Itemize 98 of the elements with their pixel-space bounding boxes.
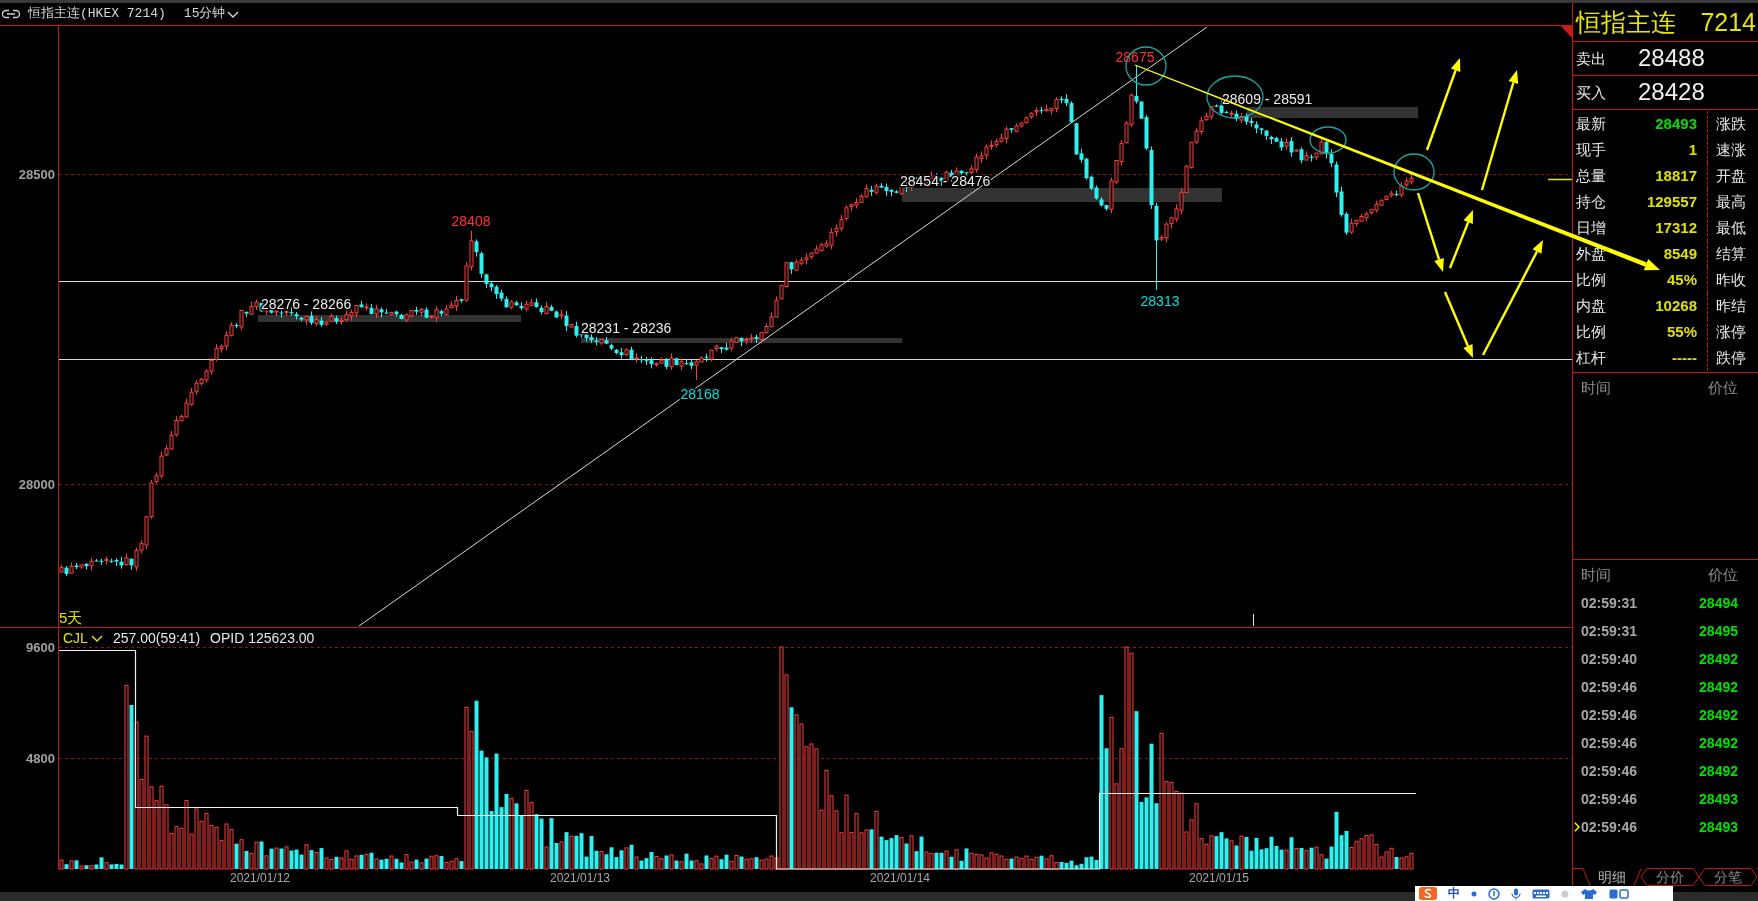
column-header: 时间 [1581, 378, 1611, 397]
chain-link-icon [2, 9, 20, 19]
tab[interactable]: 分笔 [1699, 868, 1757, 886]
chart-title: 恒指主连(HKEX 7214) [28, 6, 166, 22]
stat-label: 最高 [1716, 193, 1746, 211]
stat-label: 比例 [1575, 323, 1606, 341]
range-label: 28231 - 28236 [581, 320, 672, 336]
highlight-ellipse [1393, 153, 1435, 191]
ask-price: 28488 [1638, 44, 1705, 73]
trade-price: 28492 [1699, 734, 1738, 752]
trade-price: 28495 [1699, 622, 1738, 640]
price-label: 28313 [1140, 293, 1180, 309]
open-interest-reading: OPID 125623.00 [210, 629, 315, 647]
highlight-ellipse [1206, 75, 1264, 119]
trade-time: 02:59:46 [1581, 762, 1638, 780]
contract-code: 7214 [1700, 7, 1756, 37]
keyboard-icon[interactable] [1532, 887, 1550, 900]
price-marker [1547, 178, 1573, 181]
trade-time: 02:59:31 [1581, 594, 1638, 612]
date-label: 2021/01/12 [229, 870, 291, 886]
stat-value: 28493 [1655, 115, 1697, 133]
stat-label: 外盘 [1575, 245, 1606, 263]
input-mode-label[interactable]: 中 [1448, 886, 1460, 901]
axis-label: 28000 [18, 477, 55, 492]
caret-down-icon [227, 10, 240, 18]
date-label: 2021/01/15 [1188, 870, 1250, 886]
period-dropdown[interactable]: 15分钟 [183, 6, 240, 22]
ring-icon[interactable] [1488, 887, 1500, 900]
stat-value: 45% [1666, 271, 1697, 289]
trade-time: 02:59:46 [1581, 818, 1638, 836]
microphone-icon[interactable] [1511, 887, 1521, 900]
trade-time: 02:59:31 [1581, 622, 1638, 640]
indicator-dropdown[interactable]: CJL [63, 629, 103, 647]
trade-time: 02:59:46 [1581, 790, 1638, 808]
stat-value: 1 [1688, 141, 1697, 159]
stat-label: 结算 [1716, 245, 1746, 263]
ask-label: 卖出 [1576, 49, 1606, 68]
price-label: 28675 [1115, 49, 1155, 65]
stat-label: 涨跌 [1716, 115, 1746, 133]
trade-price: 28493 [1699, 790, 1738, 808]
bid-price: 28428 [1638, 78, 1705, 107]
stat-label: 内盘 [1575, 297, 1606, 315]
quote-title: 恒指主连 [1576, 7, 1676, 37]
stat-label: 比例 [1575, 271, 1606, 289]
price-label: 28408 [451, 213, 491, 229]
shirt-icon[interactable] [1580, 887, 1598, 900]
stat-value: 129557 [1646, 193, 1697, 211]
scenario-arrow [1443, 291, 1473, 358]
highlight-ellipse [1309, 126, 1347, 154]
column-header: 价位 [1708, 378, 1738, 397]
stat-label: 最新 [1575, 115, 1606, 133]
period-label: 5天 [59, 609, 83, 626]
axis-label: 4800 [26, 751, 55, 766]
stat-value: 8549 [1663, 245, 1697, 263]
trade-time: 02:59:40 [1581, 650, 1638, 668]
axis-label: 9600 [26, 640, 55, 655]
tab[interactable]: 明细 [1583, 868, 1641, 886]
corner-triangle-icon [1561, 26, 1572, 38]
trade-time: 02:59:46 [1581, 706, 1638, 724]
caret-down-icon [90, 634, 103, 642]
trade-price: 28493 [1699, 818, 1738, 836]
column-header: 时间 [1581, 565, 1611, 584]
bid-label: 买入 [1576, 83, 1606, 102]
scenario-arrow [1448, 210, 1473, 269]
trade-price: 28494 [1699, 594, 1738, 612]
stat-label: 杠杆 [1575, 349, 1606, 367]
column-header: 价位 [1708, 565, 1738, 584]
trade-time: 02:59:46 [1581, 678, 1638, 696]
stat-value: 55% [1666, 323, 1697, 341]
stat-label: 昨收 [1716, 271, 1746, 289]
stat-label: 跌停 [1716, 349, 1746, 367]
trade-price: 28492 [1699, 650, 1738, 668]
stat-label: 最低 [1716, 219, 1746, 237]
trade-price: 28492 [1699, 706, 1738, 724]
stat-label: 总量 [1575, 167, 1606, 185]
stat-label: 开盘 [1716, 167, 1746, 185]
stat-value: 17312 [1655, 219, 1697, 237]
stat-label: 日增 [1575, 219, 1606, 237]
stat-label: 昨结 [1716, 297, 1746, 315]
stat-label: 持仓 [1575, 193, 1606, 211]
tab[interactable]: 分价 [1641, 868, 1699, 886]
date-label: 2021/01/13 [549, 870, 611, 886]
stat-label: 速涨 [1716, 141, 1746, 159]
trade-price: 28492 [1699, 678, 1738, 696]
volume-reading: 257.00(59:41) [112, 629, 201, 647]
axis-label: 28500 [18, 167, 55, 182]
stat-value: 18817 [1655, 167, 1697, 185]
time-marker [1253, 613, 1254, 627]
stat-label: 涨停 [1716, 323, 1746, 341]
stat-value: ----- [1672, 349, 1697, 367]
range-label: 28609 - 28591 [1222, 91, 1313, 107]
trade-price: 28492 [1699, 762, 1738, 780]
trade-time: 02:59:46 [1581, 734, 1638, 752]
stat-label: 现手 [1575, 141, 1606, 159]
app-logo-icon[interactable] [1419, 887, 1437, 900]
grid-icon[interactable] [1609, 887, 1629, 900]
date-label: 2021/01/14 [869, 870, 931, 886]
stat-value: 10268 [1655, 297, 1697, 315]
